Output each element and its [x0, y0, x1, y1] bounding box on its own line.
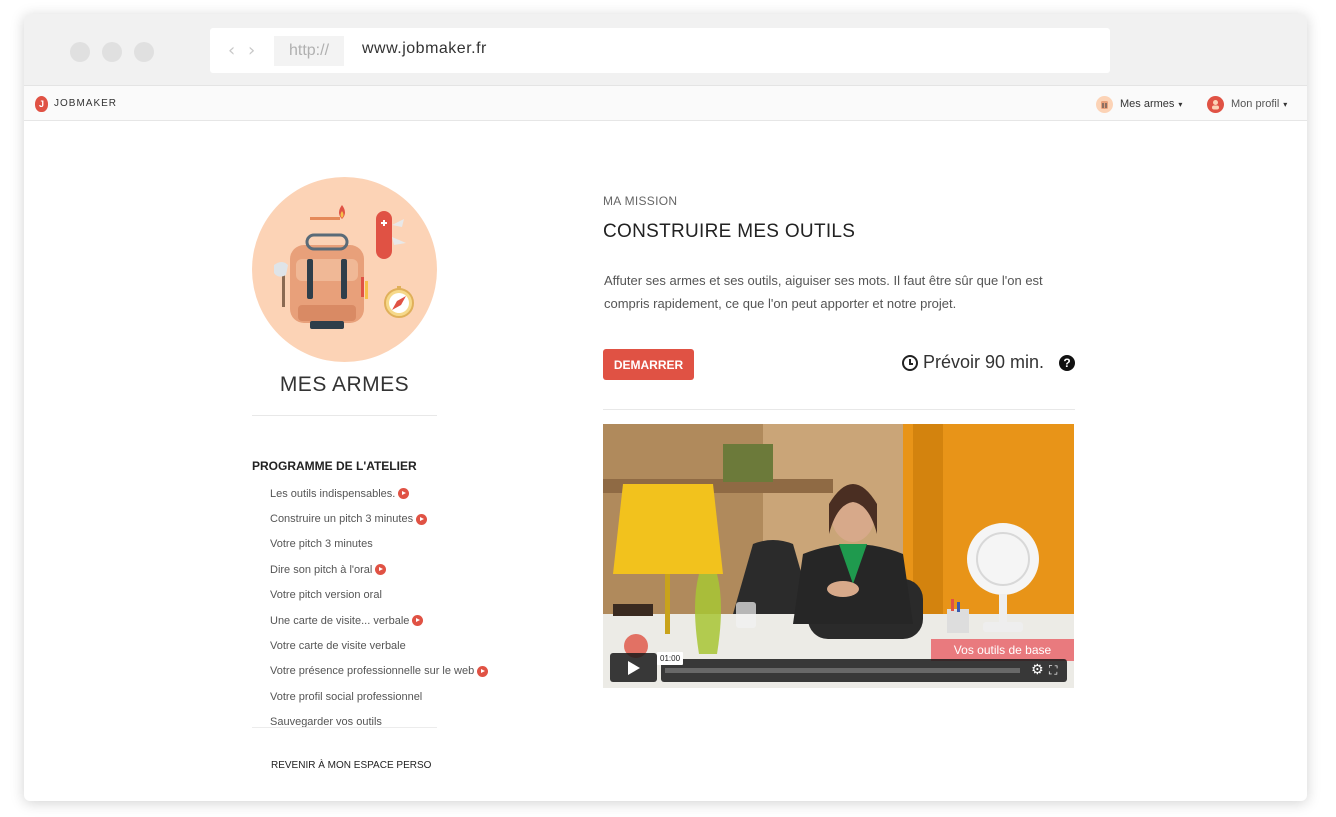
program-item[interactable]: Une carte de visite... verbale — [270, 608, 488, 633]
url-protocol: http:// — [274, 36, 344, 66]
jobmaker-logo-icon[interactable]: J — [35, 96, 48, 112]
backpack-illustration — [252, 177, 437, 362]
chevron-down-icon: ▾ — [1178, 99, 1183, 109]
program-item-label: Votre carte de visite verbale — [270, 640, 406, 653]
gear-icon[interactable]: ⚙ — [1031, 662, 1044, 678]
nav-menu-profile-label: Mon profil — [1231, 98, 1280, 110]
video-time-tooltip: 01:00 — [657, 652, 684, 665]
program-item-label: Votre présence professionnelle sur le we… — [270, 665, 475, 678]
mission-title: CONSTRUIRE MES OUTILS — [603, 221, 856, 242]
program-item[interactable]: Votre pitch 3 minutes — [270, 532, 488, 557]
chevron-down-icon: ▾ — [1283, 99, 1288, 109]
window-minimize-dot[interactable] — [102, 42, 122, 62]
fullscreen-icon[interactable]: ⛶ — [1049, 663, 1057, 678]
program-item-label: Les outils indispensables. — [270, 487, 396, 500]
duration-text: Prévoir 90 min. — [922, 352, 1044, 372]
program-list: Les outils indispensables. Construire un … — [270, 481, 489, 735]
program-item[interactable]: Les outils indispensables. — [270, 481, 488, 506]
top-navbar: J JOBMAKER Mes armes ▾ Mon profil ▾ — [24, 86, 1307, 121]
program-item-label: Votre profil social professionnel — [270, 690, 423, 703]
clock-icon — [901, 354, 918, 371]
program-item[interactable]: Votre pitch version oral — [270, 583, 488, 608]
video-play-icon — [412, 615, 424, 627]
mission-label: MA MISSION — [603, 194, 678, 208]
program-item-label: Votre pitch 3 minutes — [270, 538, 373, 551]
nav-menu-profile[interactable]: Mon profil ▾ — [1207, 94, 1287, 114]
back-arrow-icon[interactable]: ‹ — [228, 40, 235, 61]
program-item-label: Construire un pitch 3 minutes — [270, 513, 414, 526]
url-text[interactable]: www.jobmaker.fr — [362, 40, 487, 58]
workshop-title: MES ARMES — [279, 373, 410, 396]
video-play-icon — [398, 488, 410, 500]
video-play-button[interactable] — [610, 653, 657, 682]
divider — [252, 415, 437, 416]
program-item[interactable]: Dire son pitch à l'oral — [270, 557, 488, 582]
nav-menu-weapons-label: Mes armes — [1120, 98, 1175, 110]
mission-description: Affuter ses armes et ses outils, aiguise… — [604, 273, 1043, 311]
video-play-icon — [416, 513, 428, 525]
program-item[interactable]: Votre carte de visite verbale — [270, 633, 488, 658]
program-item[interactable]: Votre profil social professionnel — [270, 684, 488, 709]
program-item-label: Votre pitch version oral — [270, 589, 382, 602]
help-icon[interactable]: ? — [1059, 354, 1075, 371]
back-to-space-link[interactable]: REVENIR À MON ESPACE PERSO — [271, 760, 431, 771]
video-progress-track[interactable] — [665, 668, 1020, 673]
program-item[interactable]: Sauvegarder vos outils — [270, 710, 488, 735]
browser-window: ‹ › http:// www.jobmaker.fr J JOBMAKER M… — [24, 14, 1307, 801]
browser-chrome: ‹ › http:// www.jobmaker.fr — [24, 14, 1307, 86]
window-close-dot[interactable] — [70, 42, 90, 62]
nav-menu-weapons[interactable]: Mes armes ▾ — [1096, 94, 1182, 114]
divider — [252, 727, 437, 728]
program-item[interactable]: Construire un pitch 3 minutes — [270, 506, 488, 531]
profile-avatar-icon — [1207, 95, 1224, 113]
video-caption: Vos outils de base — [931, 639, 1074, 661]
video-player[interactable]: Vos outils de base ⚙ ⛶ 01:00 — [603, 424, 1074, 688]
divider — [603, 409, 1075, 410]
logo-text[interactable]: JOBMAKER — [54, 98, 117, 109]
backpack-avatar-icon — [1096, 95, 1113, 113]
program-item[interactable]: Votre présence professionnelle sur le we… — [270, 659, 489, 684]
forward-arrow-icon[interactable]: › — [248, 40, 255, 61]
program-title: PROGRAMME DE L'ATELIER — [252, 459, 417, 473]
window-maximize-dot[interactable] — [134, 42, 154, 62]
program-item-label: Dire son pitch à l'oral — [270, 563, 373, 576]
duration-estimate: Prévoir 90 min. ? — [901, 352, 1075, 373]
address-bar[interactable]: ‹ › http:// www.jobmaker.fr — [210, 28, 1110, 73]
video-control-bar: ⚙ ⛶ — [661, 659, 1067, 682]
video-play-icon — [477, 665, 489, 677]
video-play-icon — [375, 564, 387, 576]
start-button[interactable]: DEMARRER — [603, 349, 694, 380]
program-item-label: Une carte de visite... verbale — [270, 614, 410, 627]
